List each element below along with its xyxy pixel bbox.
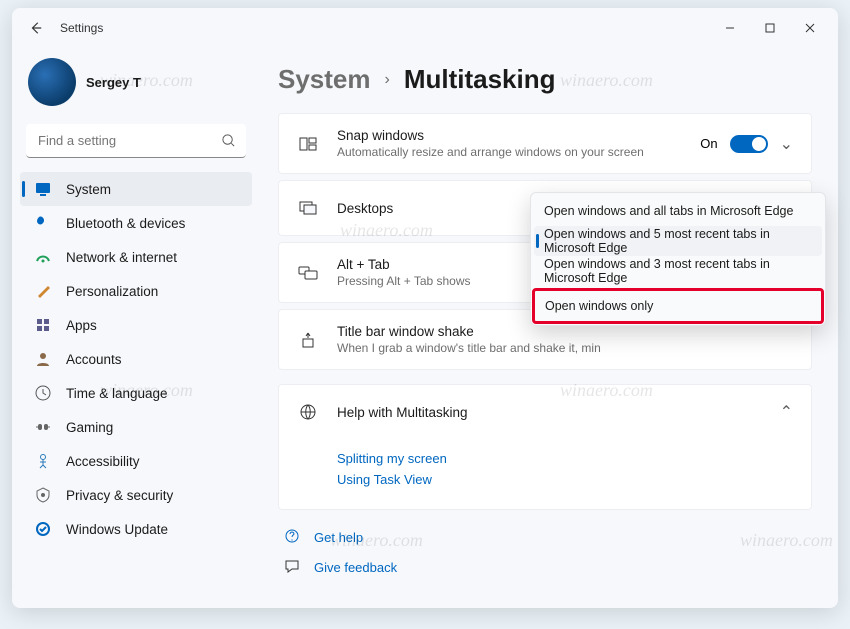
maximize-button[interactable] (750, 12, 790, 44)
user-box[interactable]: Sergey T (20, 52, 252, 124)
nav-label: System (66, 182, 111, 197)
footer-links: Get help Give feedback (284, 522, 812, 582)
alttab-icon (297, 266, 319, 280)
toggle-state-label: On (700, 136, 717, 151)
feedback-icon (284, 558, 302, 577)
minimize-button[interactable] (710, 12, 750, 44)
help-header[interactable]: Help with Multitasking ⌃ (279, 385, 811, 439)
get-help-label: Get help (314, 530, 363, 545)
chevron-up-icon[interactable]: ⌃ (780, 402, 793, 422)
dropdown-option[interactable]: Open windows and all tabs in Microsoft E… (534, 196, 822, 226)
nav-icon (34, 384, 52, 402)
close-button[interactable] (790, 12, 830, 44)
sidebar-item-privacy-security[interactable]: Privacy & security (20, 478, 252, 512)
nav-icon (34, 180, 52, 198)
help-icon (284, 528, 302, 547)
chevron-right-icon: › (385, 71, 390, 89)
setting-subtitle: When I grab a window's title bar and sha… (337, 341, 793, 355)
sidebar-item-accessibility[interactable]: Accessibility (20, 444, 252, 478)
nav-label: Personalization (66, 284, 158, 299)
sidebar-item-windows-update[interactable]: Windows Update (20, 512, 252, 546)
dropdown-option[interactable]: Open windows and 3 most recent tabs in M… (534, 256, 822, 286)
nav-label: Privacy & security (66, 488, 173, 503)
nav-label: Gaming (66, 420, 113, 435)
sidebar-item-bluetooth-devices[interactable]: Bluetooth & devices (20, 206, 252, 240)
nav-icon (34, 214, 52, 232)
setting-title: Snap windows (337, 128, 700, 143)
globe-icon (297, 403, 319, 421)
page-title: Multitasking (404, 64, 556, 95)
main-panel: System › Multitasking Snap windows Autom… (260, 48, 838, 608)
avatar (28, 58, 76, 106)
nav-icon (34, 248, 52, 266)
sidebar-item-time-language[interactable]: Time & language (20, 376, 252, 410)
shake-icon (297, 331, 319, 349)
nav-label: Accessibility (66, 454, 140, 469)
nav-icon (34, 520, 52, 538)
setting-snap-windows[interactable]: Snap windows Automatically resize and ar… (278, 113, 812, 174)
nav-label: Time & language (66, 386, 168, 401)
help-section: Help with Multitasking ⌃ Splitting my sc… (278, 384, 812, 510)
highlight-box: Open windows only (532, 288, 824, 324)
sidebar-item-apps[interactable]: Apps (20, 308, 252, 342)
nav-icon (34, 452, 52, 470)
sidebar: Sergey T System Bluetooth & devices Networ… (12, 48, 260, 608)
titlebar: Settings (12, 8, 838, 48)
back-button[interactable] (20, 12, 52, 44)
window-title: Settings (60, 21, 103, 35)
give-feedback-link[interactable]: Give feedback (284, 552, 812, 582)
get-help-link[interactable]: Get help (284, 522, 812, 552)
search-icon (221, 133, 236, 148)
nav-label: Network & internet (66, 250, 177, 265)
dropdown-option[interactable]: Open windows and 5 most recent tabs in M… (534, 226, 822, 256)
breadcrumb-parent[interactable]: System (278, 64, 371, 95)
help-title: Help with Multitasking (337, 405, 780, 420)
desktops-icon (297, 200, 319, 216)
sidebar-item-gaming[interactable]: Gaming (20, 410, 252, 444)
chevron-down-icon[interactable]: ⌄ (780, 134, 793, 154)
snap-icon (297, 135, 319, 153)
sidebar-item-network-internet[interactable]: Network & internet (20, 240, 252, 274)
help-link[interactable]: Splitting my screen (337, 451, 793, 466)
nav-icon (34, 418, 52, 436)
nav-icon (34, 282, 52, 300)
nav-label: Windows Update (66, 522, 168, 537)
nav-label: Accounts (66, 352, 122, 367)
search-input[interactable] (26, 124, 246, 158)
breadcrumb: System › Multitasking (278, 64, 812, 95)
toggle-switch[interactable] (730, 135, 768, 153)
nav-icon (34, 316, 52, 334)
alttab-dropdown[interactable]: Open windows and all tabs in Microsoft E… (530, 192, 826, 326)
sidebar-item-system[interactable]: System (20, 172, 252, 206)
nav-list: System Bluetooth & devices Network & inter… (20, 172, 252, 546)
nav-icon (34, 486, 52, 504)
arrow-left-icon (29, 21, 43, 35)
dropdown-option[interactable]: Open windows only (535, 291, 821, 321)
nav-icon (34, 350, 52, 368)
setting-subtitle: Automatically resize and arrange windows… (337, 145, 700, 159)
sidebar-item-personalization[interactable]: Personalization (20, 274, 252, 308)
nav-label: Bluetooth & devices (66, 216, 185, 231)
setting-title: Title bar window shake (337, 324, 793, 339)
give-feedback-label: Give feedback (314, 560, 397, 575)
help-links: Splitting my screen Using Task View (279, 439, 811, 509)
nav-label: Apps (66, 318, 97, 333)
user-name: Sergey T (86, 75, 141, 90)
sidebar-item-accounts[interactable]: Accounts (20, 342, 252, 376)
help-link[interactable]: Using Task View (337, 472, 793, 487)
